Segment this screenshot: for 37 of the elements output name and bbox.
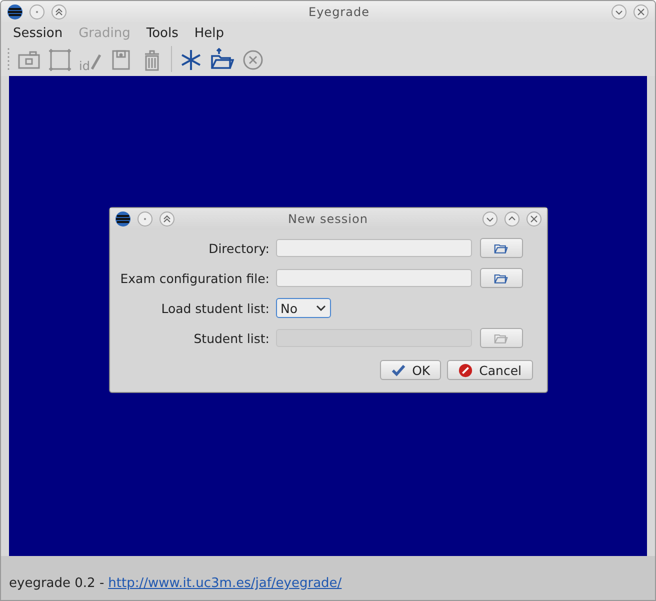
stop-icon: [458, 362, 474, 378]
minimize-button[interactable]: [29, 4, 45, 20]
open-icon[interactable]: [210, 46, 234, 72]
keep-above-button[interactable]: [51, 4, 67, 20]
close-button[interactable]: [633, 4, 649, 20]
dialog-title: New session: [287, 212, 369, 226]
menu-item[interactable]: Tools: [138, 24, 186, 43]
keep-above-button[interactable]: [158, 211, 174, 227]
status-text: eyegrade 0.2 -: [9, 576, 104, 593]
menu-item[interactable]: Help: [186, 24, 232, 43]
toolbar-grip-icon[interactable]: [7, 47, 10, 71]
app-logo-icon: [7, 4, 23, 20]
app-logo-icon: [114, 211, 130, 227]
browse-button[interactable]: [480, 238, 522, 258]
field-label: Exam configuration file:: [119, 270, 270, 286]
chevron-down-icon: [316, 305, 326, 311]
dropdown[interactable]: No: [276, 298, 330, 318]
minimize-button[interactable]: [611, 4, 627, 20]
field-label: Load student list:: [160, 300, 270, 316]
ok-button[interactable]: OK: [380, 360, 442, 380]
website-link[interactable]: http://www.it.uc3m.es/jaf/eyegrade/: [108, 576, 342, 600]
maximize-button[interactable]: [504, 211, 520, 227]
field-label: Student list:: [192, 330, 270, 346]
path-field[interactable]: [276, 239, 472, 257]
browse-button[interactable]: [480, 268, 522, 288]
menu-item[interactable]: Session: [5, 24, 71, 43]
close-button[interactable]: [526, 211, 542, 227]
checkmark-icon: [391, 362, 406, 378]
folder-icon: [494, 272, 508, 284]
cancel-button[interactable]: Cancel: [447, 360, 532, 380]
minimize-button[interactable]: [136, 211, 152, 227]
path-field[interactable]: [276, 269, 472, 287]
folder-icon: [494, 242, 508, 254]
field-label: Directory:: [208, 240, 270, 256]
minimize-button[interactable]: [482, 211, 498, 227]
window-title: Eyegrade: [308, 5, 370, 19]
folder-icon: [494, 332, 508, 344]
